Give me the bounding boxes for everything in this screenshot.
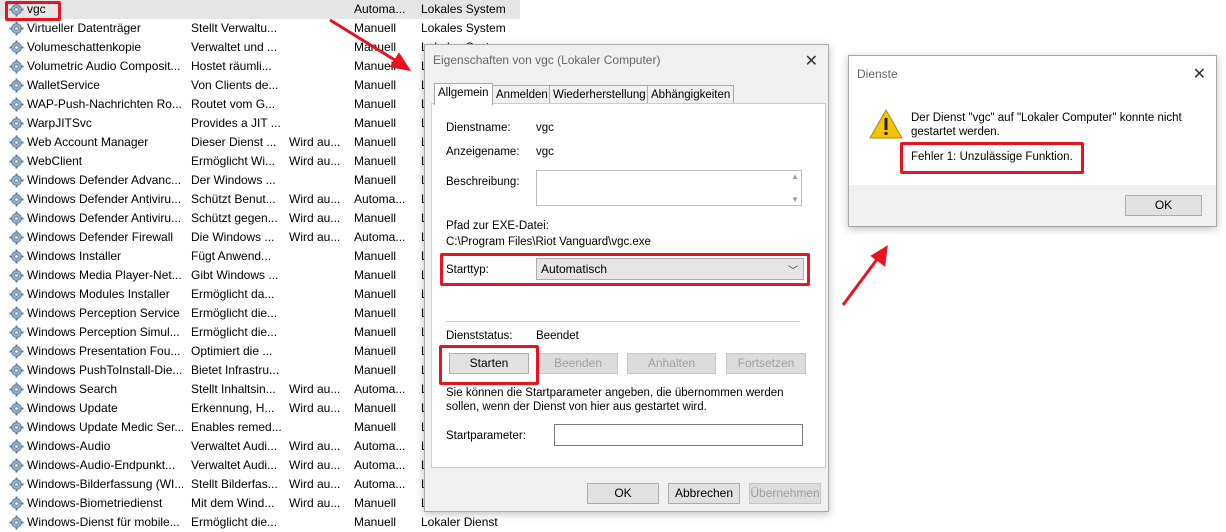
ok-button[interactable]: OK	[587, 483, 659, 504]
close-icon[interactable]: ✕	[1193, 64, 1206, 84]
arrow-to-error	[841, 257, 880, 306]
stop-button[interactable]: Beenden	[538, 353, 618, 374]
error-dialog-title: Dienste	[857, 67, 898, 81]
scroll-up-icon[interactable]: ▲	[791, 172, 799, 181]
start-button[interactable]: Starten	[449, 353, 529, 374]
arrow-to-properties	[329, 18, 399, 64]
starttype-value: Automatisch	[541, 262, 608, 276]
properties-dialog: Eigenschaften von vgc (Lokaler Computer)…	[424, 44, 829, 512]
start-params-label: Startparameter:	[446, 430, 526, 442]
service-name-value: vgc	[536, 122, 554, 134]
pause-button[interactable]: Anhalten	[627, 353, 716, 374]
resume-button[interactable]: Fortsetzen	[726, 353, 806, 374]
description-field[interactable]: ▲ ▼	[536, 170, 802, 206]
chevron-down-icon: ﹀	[788, 266, 798, 277]
start-params-input[interactable]	[554, 424, 803, 446]
general-tab-page: Dienstname: vgc Anzeigename: vgc Beschre…	[431, 103, 826, 468]
start-params-hint: Sie können die Startparameter angeben, d…	[446, 387, 784, 413]
display-name-value: vgc	[536, 146, 554, 158]
tab-dependencies[interactable]: Abhängigkeiten	[647, 85, 735, 104]
starttype-select[interactable]: Automatisch ﹀	[536, 258, 804, 280]
cancel-button[interactable]: Abbrechen	[668, 483, 740, 504]
tab-logon[interactable]: Anmelden	[492, 85, 552, 104]
display-name-label: Anzeigename:	[446, 146, 520, 158]
service-status-label: Dienststatus:	[446, 330, 513, 342]
exe-path-value: C:\Program Files\Riot Vanguard\vgc.exe	[446, 236, 651, 248]
description-label: Beschreibung:	[446, 176, 520, 188]
apply-button[interactable]: Übernehmen	[749, 483, 821, 504]
tab-general[interactable]: Allgemein	[434, 83, 493, 105]
warning-icon	[869, 108, 903, 139]
scroll-down-icon[interactable]: ▼	[791, 195, 799, 204]
starttype-label: Starttyp:	[446, 264, 489, 276]
arrowhead-properties	[389, 52, 412, 72]
separator	[446, 321, 800, 322]
exe-path-label: Pfad zur EXE-Datei:	[446, 220, 549, 232]
error-detail: Fehler 1: Unzulässige Funktion.	[911, 151, 1073, 163]
tab-recovery[interactable]: Wiederherstellung	[549, 85, 650, 104]
close-icon[interactable]: ✕	[805, 51, 818, 71]
error-ok-button[interactable]: OK	[1125, 195, 1202, 216]
error-dialog: Dienste ✕ Der Dienst "vgc" auf "Lokaler …	[848, 55, 1217, 227]
service-status-value: Beendet	[536, 330, 579, 342]
service-name-label: Dienstname:	[446, 122, 511, 134]
properties-dialog-title: Eigenschaften von vgc (Lokaler Computer)	[433, 53, 661, 67]
error-message: Der Dienst "vgc" auf "Lokaler Computer" …	[911, 112, 1182, 138]
